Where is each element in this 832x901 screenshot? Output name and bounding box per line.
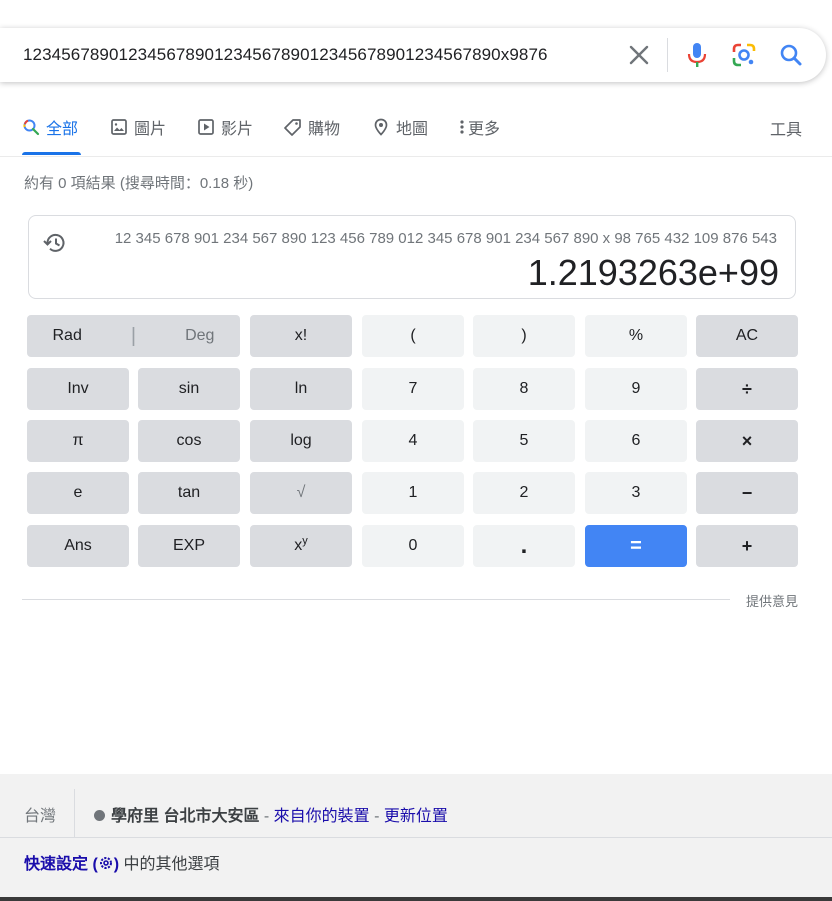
- search-bar[interactable]: 1234567890123456789012345678901234567890…: [0, 28, 826, 82]
- search-icon[interactable]: [776, 40, 806, 70]
- map-pin-icon: [374, 118, 388, 136]
- calculator-display: 12 345 678 901 234 567 890 123 456 789 0…: [28, 215, 796, 299]
- digit-7-button[interactable]: 7: [362, 368, 464, 410]
- microphone-icon[interactable]: [682, 40, 712, 70]
- tan-button[interactable]: tan: [138, 472, 240, 514]
- answer-button[interactable]: Ans: [27, 525, 129, 567]
- tab-label: 全部: [46, 121, 79, 138]
- footer-place: 學府里 台北市大安區: [111, 808, 260, 825]
- footer-location-row: 台灣 學府里 台北市大安區 - 來自你的裝置 - 更新位置: [0, 774, 832, 838]
- footer-location: 學府里 台北市大安區 - 來自你的裝置 - 更新位置: [94, 802, 448, 826]
- clear-icon[interactable]: [624, 40, 654, 70]
- camera-lens-icon[interactable]: [729, 40, 759, 70]
- search-input[interactable]: 1234567890123456789012345678901234567890…: [23, 45, 613, 65]
- quick-settings-label: 快速設定 (: [24, 856, 98, 873]
- tab-label: 影片: [221, 121, 254, 138]
- power-exponent: y: [302, 535, 308, 547]
- tab-shopping[interactable]: 購物: [284, 116, 340, 138]
- search-icon: [23, 119, 40, 136]
- rad-deg-toggle[interactable]: Rad | Deg: [27, 315, 240, 357]
- cos-button[interactable]: cos: [138, 420, 240, 462]
- tools-button[interactable]: 工具: [770, 116, 802, 140]
- digit-6-button[interactable]: 6: [585, 420, 687, 462]
- tab-more[interactable]: 更多: [458, 116, 500, 138]
- rad-deg-separator: |: [130, 324, 137, 347]
- plus-button[interactable]: +: [696, 525, 798, 567]
- footer-country: 台灣: [24, 808, 57, 825]
- percent-button[interactable]: %: [585, 315, 687, 357]
- tab-all[interactable]: 全部: [22, 116, 78, 138]
- footer-separator: -: [369, 808, 384, 825]
- result-stats: 約有 0 項結果 (搜尋時間：0.18 秒): [24, 175, 254, 192]
- digit-0-button[interactable]: 0: [362, 525, 464, 567]
- tag-icon: [284, 119, 301, 136]
- search-tabs: 全部 圖片 影片 購物 地圖 更多 工具: [0, 100, 832, 157]
- footer-divider: [74, 789, 75, 837]
- ln-button[interactable]: ln: [250, 368, 352, 410]
- active-tab-indicator: [22, 152, 81, 155]
- exp-button[interactable]: EXP: [138, 525, 240, 567]
- search-bar-divider: [667, 38, 668, 72]
- gear-icon: [99, 857, 112, 869]
- location-dot-icon: [94, 810, 105, 821]
- tab-label: 更多: [468, 121, 501, 138]
- google-search-page: 1234567890123456789012345678901234567890…: [0, 0, 832, 901]
- footer-settings-row: 快速設定 ( ) 中的其他選項: [24, 850, 220, 874]
- digit-5-button[interactable]: 5: [473, 420, 575, 462]
- sin-button[interactable]: sin: [138, 368, 240, 410]
- update-location-link[interactable]: 更新位置: [384, 808, 448, 825]
- divide-button[interactable]: ÷: [696, 368, 798, 410]
- inverse-button[interactable]: Inv: [27, 368, 129, 410]
- all-clear-button[interactable]: AC: [696, 315, 798, 357]
- tab-images[interactable]: 圖片: [110, 116, 166, 138]
- right-paren-button[interactable]: ): [473, 315, 575, 357]
- digit-8-button[interactable]: 8: [473, 368, 575, 410]
- digit-3-button[interactable]: 3: [585, 472, 687, 514]
- other-options-text: 中的其他選項: [119, 856, 220, 873]
- calculator-result: 1.2193263e+99: [527, 252, 779, 293]
- quick-settings-link[interactable]: 快速設定 ( ): [24, 856, 119, 873]
- image-icon: [111, 119, 127, 135]
- digit-4-button[interactable]: 4: [362, 420, 464, 462]
- feedback-link[interactable]: 提供意見: [746, 591, 798, 610]
- pi-button[interactable]: π: [27, 420, 129, 462]
- footer-separator: -: [259, 808, 274, 825]
- from-device-link[interactable]: 來自你的裝置: [274, 808, 370, 825]
- video-icon: [198, 119, 214, 135]
- left-paren-button[interactable]: (: [362, 315, 464, 357]
- tab-videos[interactable]: 影片: [197, 116, 253, 138]
- digit-9-button[interactable]: 9: [585, 368, 687, 410]
- digit-1-button[interactable]: 1: [362, 472, 464, 514]
- factorial-button[interactable]: x!: [250, 315, 352, 357]
- more-vert-icon: [460, 120, 464, 134]
- tab-label: 圖片: [134, 121, 167, 138]
- footer: 台灣 學府里 台北市大安區 - 來自你的裝置 - 更新位置 快速設定 ( ) 中…: [0, 774, 832, 901]
- deg-button[interactable]: Deg: [185, 327, 214, 345]
- square-root-button[interactable]: √: [250, 472, 352, 514]
- rad-button[interactable]: Rad: [53, 327, 82, 345]
- equals-button[interactable]: =: [585, 525, 687, 567]
- bottom-edge: [0, 897, 832, 901]
- power-button[interactable]: xy: [250, 525, 352, 567]
- calculator-expression: 12 345 678 901 234 567 890 123 456 789 0…: [114, 230, 777, 247]
- decimal-point-button[interactable]: .: [473, 525, 575, 567]
- tab-label: 購物: [308, 121, 341, 138]
- euler-e-button[interactable]: e: [27, 472, 129, 514]
- tab-label: 地圖: [396, 121, 429, 138]
- multiply-button[interactable]: ×: [696, 420, 798, 462]
- divider: [22, 599, 730, 600]
- tab-maps[interactable]: 地圖: [372, 116, 428, 138]
- history-icon[interactable]: [42, 230, 68, 256]
- power-base: x: [294, 537, 303, 554]
- digit-2-button[interactable]: 2: [473, 472, 575, 514]
- minus-button[interactable]: −: [696, 472, 798, 514]
- log-button[interactable]: log: [250, 420, 352, 462]
